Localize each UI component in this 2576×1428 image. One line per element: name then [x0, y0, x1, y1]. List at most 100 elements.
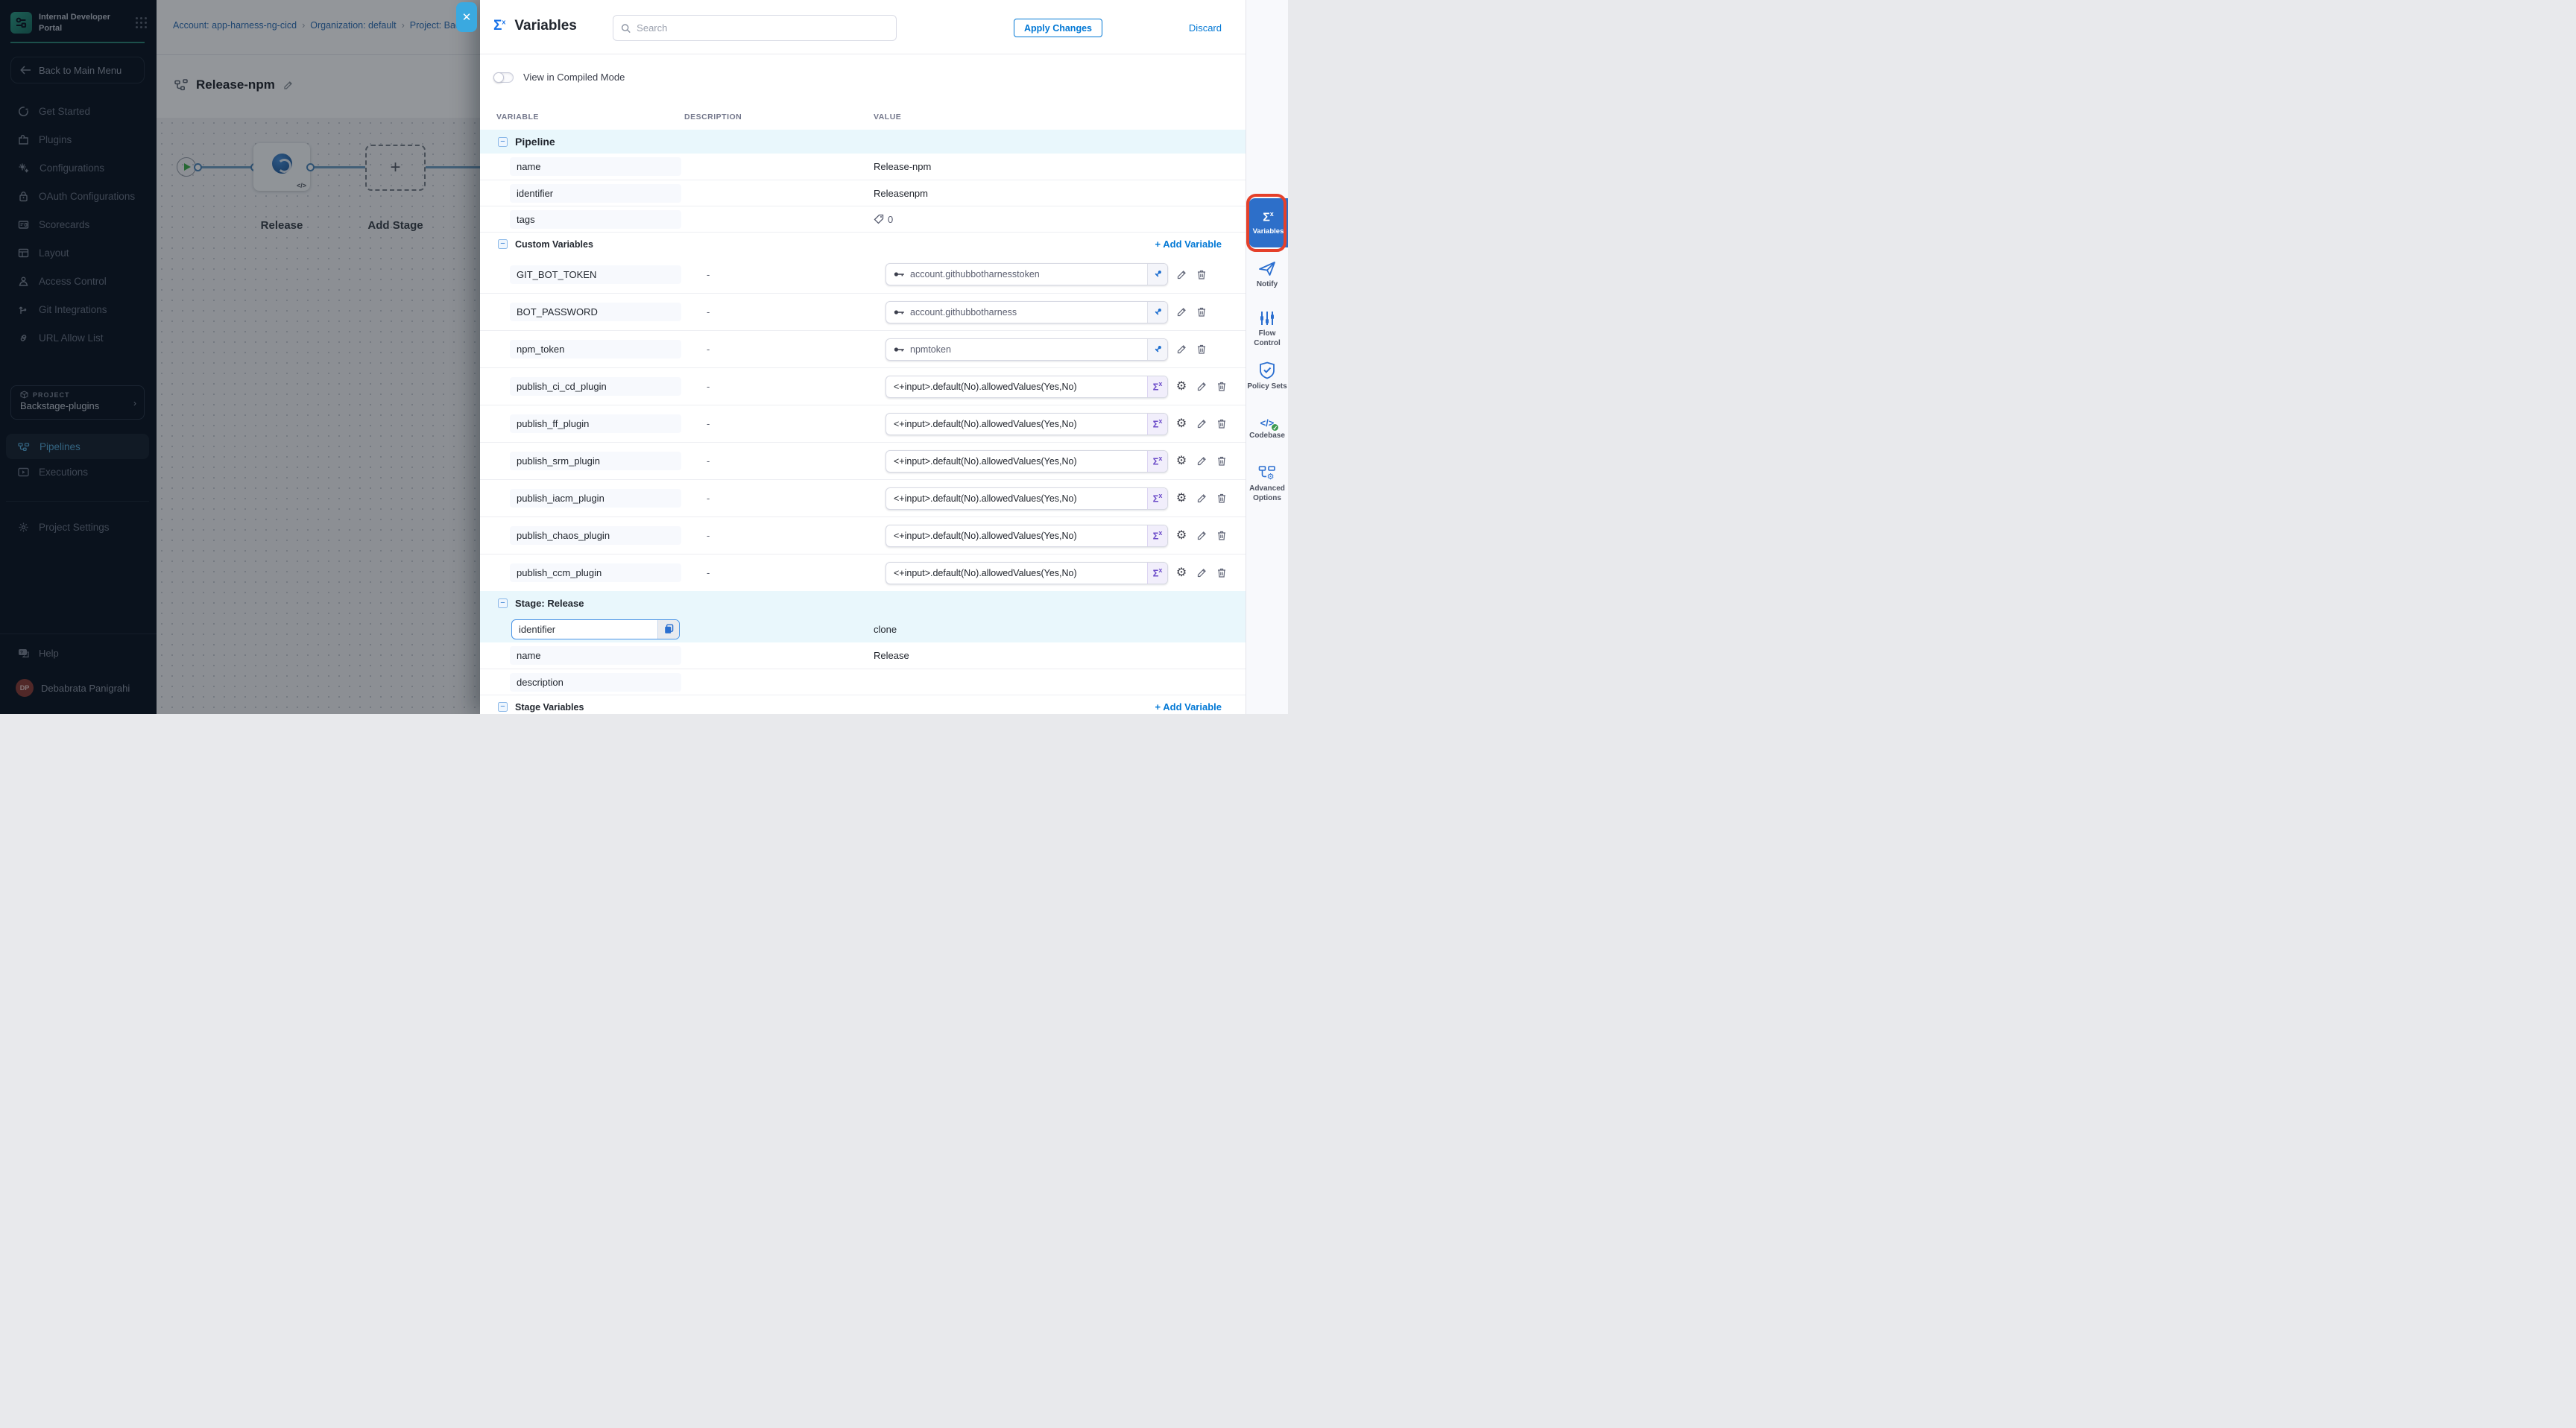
- settings-gear-icon[interactable]: ⚙: [1175, 455, 1188, 468]
- delete-trash-icon[interactable]: [1215, 417, 1228, 431]
- runtime-sigma-icon[interactable]: Σx: [1147, 376, 1167, 397]
- runtime-sigma-icon[interactable]: Σx: [1147, 563, 1167, 584]
- tags-value: 0: [874, 214, 1246, 225]
- drawer-close-button[interactable]: ✕: [456, 2, 477, 32]
- runtime-value-input[interactable]: <+input>.default(No).allowedValues(Yes,N…: [886, 450, 1168, 473]
- search-box[interactable]: [613, 15, 897, 41]
- table-header-row: VARIABLE DESCRIPTION VALUE: [480, 104, 1246, 130]
- modal-overlay[interactable]: [0, 0, 480, 714]
- rail-item-label: Advanced Options: [1246, 484, 1288, 503]
- rail-item-codebase[interactable]: </>✓ Codebase: [1246, 417, 1288, 441]
- stage-identifier-input[interactable]: identifier: [511, 619, 680, 639]
- drawer-rail: Σx Variables Notify Flow Control Policy …: [1246, 0, 1288, 714]
- section-stage-variables: − Stage Variables + Add Variable: [480, 695, 1246, 714]
- section-title: Stage: Release: [515, 598, 584, 609]
- variable-description: -: [704, 455, 874, 467]
- runtime-sigma-icon[interactable]: Σx: [1147, 451, 1167, 472]
- pin-icon[interactable]: [1147, 339, 1167, 360]
- runtime-value-input[interactable]: <+input>.default(No).allowedValues(Yes,N…: [886, 413, 1168, 435]
- variable-name: npm_token: [510, 340, 681, 358]
- col-variable: VARIABLE: [496, 113, 684, 121]
- edit-pencil-icon[interactable]: [1195, 492, 1208, 505]
- variables-sigma-icon: Σx: [493, 18, 505, 34]
- pin-icon[interactable]: [1147, 264, 1167, 285]
- variable-value: Releasenpm: [874, 188, 1246, 199]
- delete-trash-icon[interactable]: [1215, 529, 1228, 543]
- search-icon: [621, 23, 631, 34]
- copy-icon[interactable]: [657, 620, 679, 639]
- search-input[interactable]: [637, 22, 888, 34]
- edit-pencil-icon[interactable]: [1175, 343, 1188, 356]
- table-row: GIT_BOT_TOKEN - account.githubbotharness…: [480, 256, 1246, 293]
- codebase-icon: </>✓: [1260, 417, 1275, 429]
- variable-name: publish_ci_cd_plugin: [510, 377, 681, 396]
- rail-item-label: Flow Control: [1246, 329, 1288, 348]
- edit-pencil-icon[interactable]: [1195, 566, 1208, 580]
- rail-item-policy-sets[interactable]: Policy Sets: [1246, 361, 1288, 392]
- drawer-header: Σx Variables Apply Changes Discard: [480, 0, 1246, 54]
- runtime-sigma-icon[interactable]: Σx: [1147, 414, 1167, 435]
- delete-trash-icon[interactable]: [1215, 455, 1228, 468]
- settings-gear-icon[interactable]: ⚙: [1175, 529, 1188, 543]
- runtime-sigma-icon[interactable]: Σx: [1147, 488, 1167, 509]
- collapse-icon[interactable]: −: [498, 239, 508, 249]
- delete-trash-icon[interactable]: [1215, 566, 1228, 580]
- settings-gear-icon[interactable]: ⚙: [1175, 380, 1188, 394]
- runtime-sigma-icon[interactable]: Σx: [1147, 525, 1167, 546]
- section-stage-release: − Stage: Release: [480, 591, 1246, 616]
- table-row: publish_chaos_plugin - <+input>.default(…: [480, 516, 1246, 554]
- rail-item-flow-control[interactable]: Flow Control: [1246, 310, 1288, 348]
- delete-trash-icon[interactable]: [1195, 268, 1208, 281]
- variable-name: publish_ff_plugin: [510, 414, 681, 433]
- runtime-value: <+input>.default(No).allowedValues(Yes,N…: [886, 419, 1147, 429]
- apply-changes-button[interactable]: Apply Changes: [1014, 19, 1102, 37]
- secret-value-input[interactable]: npmtoken: [886, 338, 1168, 361]
- variable-name: publish_chaos_plugin: [510, 526, 681, 545]
- runtime-value: <+input>.default(No).allowedValues(Yes,N…: [886, 531, 1147, 541]
- collapse-icon[interactable]: −: [498, 137, 508, 147]
- table-row: name Release-npm: [480, 154, 1246, 180]
- flowchart-gear-icon: ⚙: [1258, 465, 1276, 481]
- key-icon: [894, 271, 905, 278]
- rail-item-notify[interactable]: Notify: [1246, 261, 1288, 290]
- runtime-value-input[interactable]: <+input>.default(No).allowedValues(Yes,N…: [886, 525, 1168, 547]
- section-pipeline: − Pipeline: [480, 130, 1246, 154]
- table-row: tags 0: [480, 206, 1246, 232]
- add-variable-button[interactable]: + Add Variable: [1155, 238, 1222, 250]
- rail-item-advanced-options[interactable]: ⚙ Advanced Options: [1246, 465, 1288, 503]
- edit-pencil-icon[interactable]: [1175, 268, 1188, 281]
- secret-value-input[interactable]: account.githubbotharness: [886, 301, 1168, 323]
- variable-name: description: [510, 673, 681, 692]
- collapse-icon[interactable]: −: [498, 702, 508, 712]
- edit-pencil-icon[interactable]: [1195, 455, 1208, 468]
- sliders-icon: [1259, 310, 1275, 326]
- edit-pencil-icon[interactable]: [1195, 380, 1208, 394]
- col-value: VALUE: [874, 113, 1246, 121]
- edit-pencil-icon[interactable]: [1175, 306, 1188, 319]
- variable-description: -: [704, 269, 874, 280]
- discard-button[interactable]: Discard: [1189, 22, 1222, 34]
- variable-name: identifier: [510, 184, 681, 203]
- edit-pencil-icon[interactable]: [1195, 529, 1208, 543]
- collapse-icon[interactable]: −: [498, 598, 508, 608]
- table-row: BOT_PASSWORD - account.githubbotharness: [480, 293, 1246, 330]
- add-variable-button[interactable]: + Add Variable: [1155, 701, 1222, 713]
- settings-gear-icon[interactable]: ⚙: [1175, 417, 1188, 431]
- delete-trash-icon[interactable]: [1215, 492, 1228, 505]
- secret-value: account.githubbotharnesstoken: [910, 269, 1040, 279]
- delete-trash-icon[interactable]: [1215, 380, 1228, 394]
- table-row: publish_srm_plugin - <+input>.default(No…: [480, 442, 1246, 479]
- settings-gear-icon[interactable]: ⚙: [1175, 492, 1188, 505]
- runtime-value-input[interactable]: <+input>.default(No).allowedValues(Yes,N…: [886, 487, 1168, 510]
- secret-value-input[interactable]: account.githubbotharnesstoken: [886, 263, 1168, 285]
- delete-trash-icon[interactable]: [1195, 306, 1208, 319]
- runtime-value-input[interactable]: <+input>.default(No).allowedValues(Yes,N…: [886, 562, 1168, 584]
- variables-table: VARIABLE DESCRIPTION VALUE − Pipeline na…: [480, 104, 1246, 714]
- settings-gear-icon[interactable]: ⚙: [1175, 566, 1188, 580]
- pin-icon[interactable]: [1147, 302, 1167, 323]
- rail-item-variables[interactable]: Σx Variables: [1248, 198, 1288, 247]
- runtime-value-input[interactable]: <+input>.default(No).allowedValues(Yes,N…: [886, 376, 1168, 398]
- delete-trash-icon[interactable]: [1195, 343, 1208, 356]
- edit-pencil-icon[interactable]: [1195, 417, 1208, 431]
- compiled-mode-toggle[interactable]: [493, 72, 514, 83]
